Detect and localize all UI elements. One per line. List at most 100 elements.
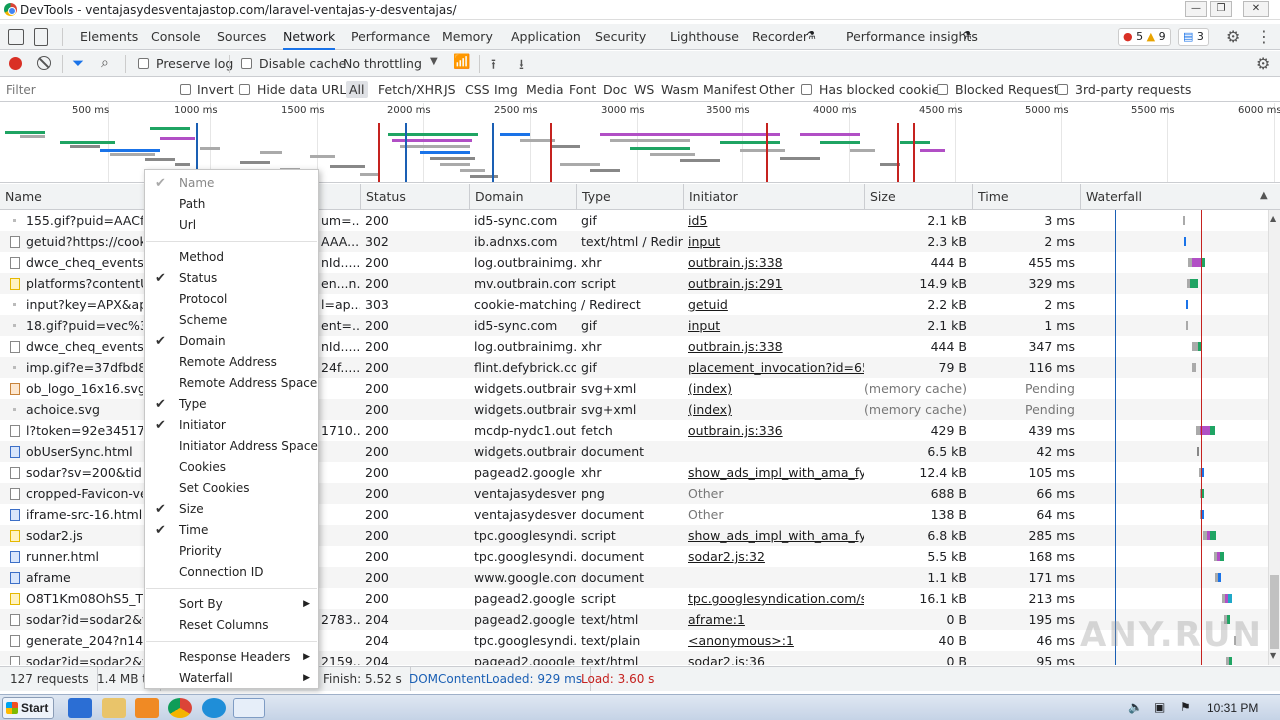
menu-item-cookies[interactable]: Cookies [145, 457, 318, 478]
tab-performance[interactable]: Performance [351, 24, 430, 50]
request-name[interactable]: iframe-src-16.html [21, 504, 143, 525]
menu-item-url[interactable]: Url [145, 215, 318, 236]
tab-elements[interactable]: Elements [80, 24, 138, 50]
type-filter-css[interactable]: CSS [462, 81, 493, 98]
column-header-name[interactable]: Name [0, 184, 143, 210]
request-name[interactable]: l?token=92e345175e4 [21, 420, 143, 441]
preserve-log-checkbox[interactable] [138, 58, 149, 69]
request-name[interactable]: cropped-Favicon-vent [21, 483, 143, 504]
filter-icon[interactable]: ⏷ [72, 54, 84, 72]
throttling-select[interactable]: No throttling [343, 56, 422, 71]
request-name[interactable]: ob_logo_16x16.svg [21, 378, 143, 399]
media-player-icon[interactable] [135, 698, 159, 718]
type-filter-wasm[interactable]: Wasm [658, 81, 702, 98]
menu-item-protocol[interactable]: Protocol [145, 289, 318, 310]
menu-item-connection-id[interactable]: Connection ID [145, 562, 318, 583]
third-party-checkbox[interactable] [1057, 84, 1068, 95]
menu-item-sort-by[interactable]: Sort By ▶ [145, 594, 318, 615]
column-header-type[interactable]: Type [576, 184, 683, 210]
network-tray-icon[interactable]: ▣ [1154, 700, 1165, 714]
request-name[interactable]: platforms?contentUrl= [21, 273, 143, 294]
request-name[interactable]: sodar?sv=200&tid=go [21, 462, 143, 483]
type-filter-other[interactable]: Other [756, 81, 798, 98]
explorer-icon[interactable] [102, 698, 126, 718]
chrome-taskbar-icon[interactable] [168, 698, 192, 718]
start-button[interactable]: Start [2, 697, 54, 719]
request-name[interactable]: dwce_cheq_events?tim [21, 252, 143, 273]
tab-performance-insights[interactable]: Performance insights [846, 24, 978, 50]
menu-item-type[interactable]: ✔ Type [145, 394, 318, 415]
cell-initiator[interactable]: outbrain.js:338 [683, 252, 864, 273]
tab-security[interactable]: Security [595, 24, 646, 50]
request-name[interactable]: runner.html [21, 546, 143, 567]
cell-initiator[interactable]: input [683, 315, 864, 336]
cell-initiator[interactable]: sodar2.js:36 [683, 651, 864, 665]
network-conditions-icon[interactable]: 📶 [453, 54, 470, 70]
request-name[interactable]: imp.gif?e=37dfbd8ee8 [21, 357, 143, 378]
cell-initiator[interactable]: placement_invocation?id=653... [683, 357, 864, 378]
cell-initiator[interactable]: input [683, 231, 864, 252]
type-filter-img[interactable]: Img [491, 81, 521, 98]
close-button[interactable]: ✕ [1243, 1, 1269, 17]
cell-initiator[interactable]: outbrain.js:338 [683, 336, 864, 357]
tab-network[interactable]: Network [283, 24, 336, 50]
menu-item-set-cookies[interactable]: Set Cookies [145, 478, 318, 499]
menu-item-path[interactable]: Path [145, 194, 318, 215]
cell-initiator[interactable]: aframe:1 [683, 609, 864, 630]
cell-initiator[interactable]: tpc.googlesyndication.com/so... [683, 588, 864, 609]
request-name[interactable]: sodar?id=sodar2&v=2 [21, 609, 143, 630]
network-settings-gear-icon[interactable]: ⚙ [1256, 54, 1270, 73]
disable-cache-checkbox[interactable] [241, 58, 252, 69]
tab-recorder[interactable]: Recorder [752, 24, 808, 50]
tab-lighthouse[interactable]: Lighthouse [670, 24, 739, 50]
type-filter-media[interactable]: Media [523, 81, 567, 98]
type-filter-js[interactable]: JS [441, 81, 459, 98]
inspect-element-icon[interactable] [8, 29, 24, 45]
type-filter-ws[interactable]: WS [631, 81, 657, 98]
request-name[interactable]: O8T1Km08OhS5_Tz58j [21, 588, 143, 609]
messages-badge[interactable]: ▤ 3 [1178, 28, 1209, 46]
chrome-active-taskbar-icon[interactable] [233, 698, 265, 718]
restore-button[interactable]: ❐ [1210, 1, 1232, 17]
tab-console[interactable]: Console [151, 24, 201, 50]
menu-item-time[interactable]: ✔ Time [145, 520, 318, 541]
cell-initiator[interactable]: show_ads_impl_with_ama_fy20... [683, 525, 864, 546]
tab-sources[interactable]: Sources [217, 24, 266, 50]
request-name[interactable]: aframe [21, 567, 143, 588]
column-header-initiator[interactable]: Initiator [683, 184, 864, 210]
clock[interactable]: 10:31 PM [1207, 701, 1258, 715]
column-header-size[interactable]: Size [864, 184, 972, 210]
cell-initiator[interactable]: getuid [683, 294, 864, 315]
request-name[interactable]: achoice.svg [21, 399, 143, 420]
menu-item-initiator-address-space[interactable]: Initiator Address Space [145, 436, 318, 457]
chevron-down-icon[interactable]: ▼ [430, 56, 438, 67]
menu-item-status[interactable]: ✔ Status [145, 268, 318, 289]
search-icon[interactable]: ⌕ [101, 55, 109, 71]
cell-initiator[interactable]: (index) [683, 399, 864, 420]
column-header-waterfall[interactable]: Waterfall [1080, 184, 1280, 210]
ie-icon[interactable] [68, 698, 92, 718]
hide-data-urls-checkbox[interactable] [239, 84, 250, 95]
device-toolbar-icon[interactable] [34, 28, 48, 46]
cell-initiator[interactable]: outbrain.js:336 [683, 420, 864, 441]
menu-item-initiator[interactable]: ✔ Initiator [145, 415, 318, 436]
table-scrollbar[interactable]: ▲ ▼ [1268, 210, 1280, 665]
menu-item-reset-columns[interactable]: Reset Columns [145, 615, 318, 636]
menu-item-remote-address-space[interactable]: Remote Address Space [145, 373, 318, 394]
filter-input[interactable] [2, 80, 167, 100]
type-filter-doc[interactable]: Doc [600, 81, 630, 98]
issues-badge[interactable]: ● 5 ▲ 9 [1118, 28, 1171, 46]
type-filter-manifest[interactable]: Manifest [700, 81, 759, 98]
cell-initiator[interactable]: (index) [683, 378, 864, 399]
record-icon[interactable] [9, 57, 22, 70]
request-name[interactable]: dwce_cheq_events?tim [21, 336, 143, 357]
request-name[interactable]: obUserSync.html [21, 441, 143, 462]
blocked-requests-checkbox[interactable] [937, 84, 948, 95]
invert-checkbox[interactable] [180, 84, 191, 95]
volume-icon[interactable]: 🔈 [1128, 700, 1143, 714]
flag-tray-icon[interactable]: ⚑ [1180, 700, 1191, 714]
more-options-icon[interactable]: ⋮ [1256, 27, 1272, 46]
request-name[interactable]: 155.gif?puid=AACfrk/ [21, 210, 143, 231]
request-name[interactable]: input?key=APX&apx_u [21, 294, 143, 315]
scroll-down-icon[interactable]: ▼ [1270, 651, 1276, 660]
